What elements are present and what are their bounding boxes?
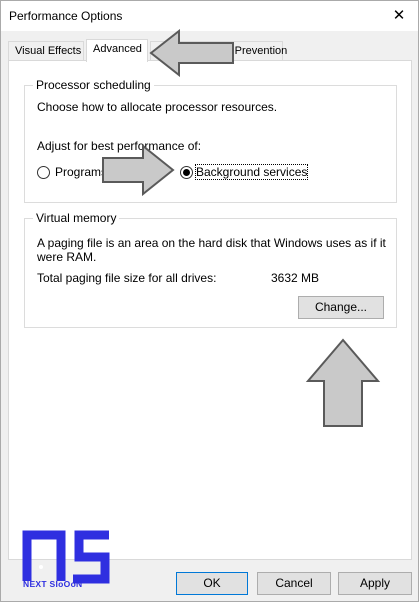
advanced-tab-panel: Processor scheduling Choose how to alloc… [8, 60, 412, 560]
cancel-button-label: Cancel [275, 576, 313, 590]
change-button[interactable]: Change... [298, 296, 384, 319]
apply-button[interactable]: Apply [338, 572, 412, 595]
left-arrow-icon [149, 29, 234, 77]
title-bar: Performance Options ✕ [1, 1, 418, 31]
virtual-memory-description-line1: A paging file is an area on the hard dis… [37, 236, 386, 250]
ok-button-label: OK [203, 576, 221, 590]
programs-radio[interactable] [37, 166, 50, 179]
tab-label: Advanced [93, 43, 142, 55]
up-arrow-icon [305, 338, 381, 427]
background-services-radio-label[interactable]: Background services [194, 164, 309, 180]
virtual-memory-description-line2: were RAM. [37, 250, 97, 264]
window-title: Performance Options [9, 9, 123, 23]
right-arrow-icon [102, 144, 175, 196]
tab-visual-effects[interactable]: Visual Effects [8, 41, 84, 61]
virtual-memory-title: Virtual memory [33, 211, 120, 225]
apply-button-label: Apply [359, 576, 391, 590]
tab-label: Visual Effects [15, 45, 82, 57]
change-button-label: Change... [314, 300, 368, 314]
virtual-memory-group: Virtual memory A paging file is an area … [24, 211, 397, 328]
close-icon[interactable]: ✕ [388, 5, 410, 27]
processor-description: Choose how to allocate processor resourc… [37, 100, 278, 114]
total-paging-size-label: Total paging file size for all drives: [37, 271, 217, 285]
processor-scheduling-title: Processor scheduling [33, 78, 154, 92]
cancel-button[interactable]: Cancel [257, 572, 331, 595]
watermark-caption: NEXT SIoOoN [23, 579, 83, 589]
background-services-radio[interactable] [180, 166, 193, 179]
total-paging-size-value: 3632 MB [271, 271, 320, 285]
ok-button[interactable]: OK [176, 572, 248, 595]
performance-options-window: Performance Options ✕ Visual Effects Adv… [0, 0, 419, 602]
processor-scheduling-group: Processor scheduling Choose how to alloc… [24, 78, 397, 203]
tab-advanced[interactable]: Advanced [86, 39, 148, 62]
